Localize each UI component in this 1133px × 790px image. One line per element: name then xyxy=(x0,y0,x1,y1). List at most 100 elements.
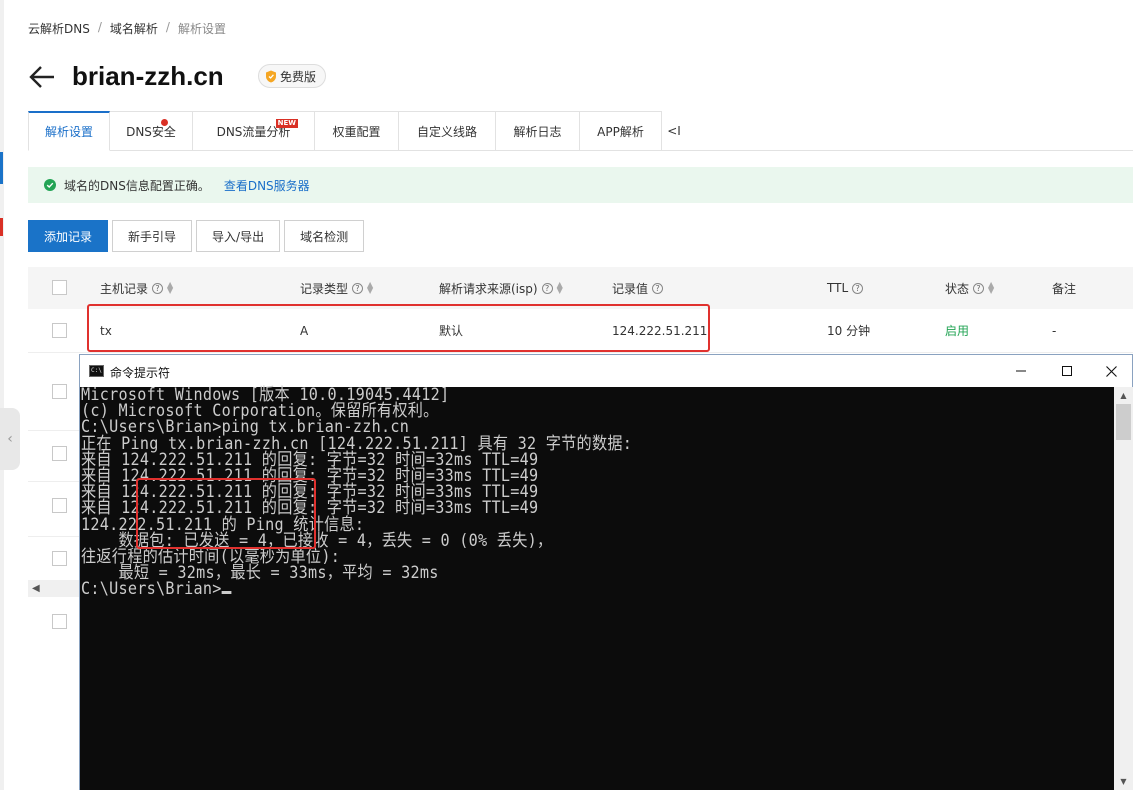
tab-bar-divider xyxy=(662,150,1133,151)
left-panel-edge xyxy=(0,0,4,790)
back-arrow-icon[interactable] xyxy=(28,62,56,92)
alert-message: 域名的DNS信息配置正确。 xyxy=(64,178,210,193)
column-label: 备注 xyxy=(1052,281,1077,296)
notification-dot xyxy=(161,119,168,126)
tab-scroll-button[interactable]: <I xyxy=(662,111,686,151)
toolbar: 添加记录 新手引导 导入/导出 域名检测 xyxy=(28,220,365,252)
left-nav-alert-marker xyxy=(0,218,3,236)
breadcrumb-item-current: 解析设置 xyxy=(177,22,226,36)
window-titlebar[interactable]: C:\ 命令提示符 xyxy=(80,355,1132,387)
help-icon[interactable]: ? xyxy=(352,282,364,294)
row-checkbox[interactable] xyxy=(52,384,67,399)
tab-dns-traffic-analysis[interactable]: DNS流量分析 NEW xyxy=(193,111,315,151)
row-divider xyxy=(28,430,80,431)
command-prompt-window[interactable]: C:\ 命令提示符 Microsoft Windows [版本 10.0.190… xyxy=(79,354,1133,790)
breadcrumb-separator: / xyxy=(165,20,170,34)
left-nav-active-marker xyxy=(0,152,3,184)
tab-label: 解析设置 xyxy=(44,125,93,139)
column-host[interactable]: 主机记录 ? ▲ ▼ xyxy=(100,267,173,309)
column-label: 主机记录 xyxy=(100,281,149,296)
maximize-button[interactable] xyxy=(1044,355,1090,387)
cell-ttl: 10 分钟 xyxy=(827,324,871,338)
view-dns-servers-link[interactable]: 查看DNS服务器 xyxy=(224,177,310,194)
breadcrumb: 云解析DNS / 域名解析 / 解析设置 xyxy=(28,20,226,37)
help-icon[interactable]: ? xyxy=(152,282,164,294)
help-icon[interactable]: ? xyxy=(852,282,864,294)
console-prompt: C:\Users\Brian> xyxy=(81,579,222,600)
highlight-box-reply-ips xyxy=(136,478,316,549)
tab-label: DNS安全 xyxy=(126,124,176,139)
edition-badge: 免费版 xyxy=(258,64,327,88)
help-icon[interactable]: ? xyxy=(973,282,985,294)
scrollbar-thumb[interactable] xyxy=(1116,404,1131,440)
breadcrumb-item-domains[interactable]: 域名解析 xyxy=(110,20,158,37)
window-title: 命令提示符 xyxy=(110,366,171,380)
breadcrumb-separator: / xyxy=(97,20,102,34)
row-divider xyxy=(28,536,80,537)
sort-icon[interactable]: ▲ ▼ xyxy=(988,281,994,295)
row-divider xyxy=(28,481,80,482)
scroll-down-icon[interactable]: ▼ xyxy=(1114,773,1133,790)
help-icon[interactable]: ? xyxy=(652,282,664,294)
chevron-left-icon: ‹ xyxy=(7,431,13,447)
row-checkbox[interactable] xyxy=(52,498,67,513)
console-prompt-line[interactable]: C:\Users\Brian> xyxy=(81,579,632,600)
records-table-header: 主机记录 ? ▲ ▼ 记录类型 ? ▲ ▼ 解析请求来源(isp) ? ▲ ▼ 记录值… xyxy=(28,267,1133,309)
column-label: 记录值 xyxy=(612,281,649,296)
tab-weight-config[interactable]: 权重配置 xyxy=(315,111,399,151)
tab-bar: 解析设置 DNS安全 DNS流量分析 NEW 权重配置 自定义线路 解析日志 AP… xyxy=(28,111,686,151)
sort-icon[interactable]: ▲ ▼ xyxy=(167,281,173,295)
close-icon xyxy=(1105,365,1117,377)
page-title: brian-zzh.cn xyxy=(72,61,224,91)
tab-resolve-settings[interactable]: 解析设置 xyxy=(28,111,110,151)
scroll-up-icon[interactable]: ▲ xyxy=(1114,387,1133,404)
column-value: 记录值 ? xyxy=(612,267,664,309)
sidebar-collapse-toggle[interactable]: ‹ xyxy=(0,408,20,470)
tab-label: 解析日志 xyxy=(513,124,562,139)
cell-remark: - xyxy=(1052,323,1057,338)
column-status[interactable]: 状态 ? ▲ ▼ xyxy=(945,267,994,309)
terminal-icon: C:\ xyxy=(89,365,104,377)
column-label: 记录类型 xyxy=(300,281,349,296)
tab-label: 自定义线路 xyxy=(416,124,477,139)
beginner-guide-button[interactable]: 新手引导 xyxy=(112,220,193,252)
row-checkbox[interactable] xyxy=(52,323,67,338)
column-remark: 备注 xyxy=(1052,267,1076,309)
sort-icon[interactable]: ▲ ▼ xyxy=(557,281,563,295)
shield-icon xyxy=(266,70,276,82)
edition-badge-label: 免费版 xyxy=(280,69,317,84)
tab-resolve-logs[interactable]: 解析日志 xyxy=(496,111,580,151)
tab-app-resolve[interactable]: APP解析 xyxy=(580,111,662,151)
text-cursor xyxy=(221,591,232,595)
row-checkbox[interactable] xyxy=(52,446,67,461)
close-button[interactable] xyxy=(1088,355,1133,387)
cell-status[interactable]: 启用 xyxy=(945,309,969,352)
row-checkbox[interactable] xyxy=(52,614,67,629)
import-export-button[interactable]: 导入/导出 xyxy=(196,220,281,252)
column-label: TTL xyxy=(827,281,849,295)
tab-label: APP解析 xyxy=(597,124,644,139)
add-record-button[interactable]: 添加记录 xyxy=(28,220,109,252)
tab-label: 权重配置 xyxy=(332,124,381,139)
column-type[interactable]: 记录类型 ? ▲ ▼ xyxy=(300,267,373,309)
maximize-icon xyxy=(1062,366,1072,376)
help-icon[interactable]: ? xyxy=(541,282,553,294)
column-ttl: TTL ? xyxy=(827,267,864,309)
sort-icon[interactable]: ▲ ▼ xyxy=(367,281,373,295)
column-isp[interactable]: 解析请求来源(isp) ? ▲ ▼ xyxy=(439,267,563,309)
minimize-button[interactable] xyxy=(998,355,1044,387)
new-tag: NEW xyxy=(275,119,298,128)
tab-dns-security[interactable]: DNS安全 xyxy=(110,111,193,151)
horizontal-scrollbar[interactable]: ◀ xyxy=(28,580,80,597)
console-output-area[interactable]: Microsoft Windows [版本 10.0.19045.4412] (c… xyxy=(80,386,1114,790)
minimize-icon xyxy=(1016,370,1026,372)
tab-custom-lines[interactable]: 自定义线路 xyxy=(399,111,496,151)
dns-status-alert: 域名的DNS信息配置正确。 查看DNS服务器 xyxy=(28,167,1133,203)
column-label: 解析请求来源(isp) xyxy=(439,281,538,296)
vertical-scrollbar[interactable]: ▲ ▼ xyxy=(1114,387,1133,790)
domain-check-button[interactable]: 域名检测 xyxy=(284,220,365,252)
row-checkbox[interactable] xyxy=(52,551,67,566)
column-label: 状态 xyxy=(945,281,970,296)
select-all-checkbox[interactable] xyxy=(52,280,67,295)
breadcrumb-item-dns[interactable]: 云解析DNS xyxy=(28,20,90,37)
